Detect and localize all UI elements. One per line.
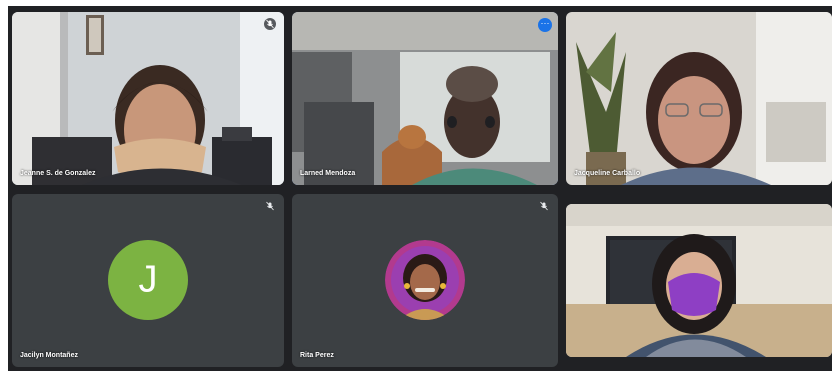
participant-tile-6[interactable] — [566, 204, 832, 357]
participant-tile-3[interactable]: Jacqueline Carballo — [566, 12, 832, 185]
participant-tile-4[interactable]: J Jacilyn Montañez — [12, 194, 284, 367]
participant-tile-5[interactable]: Rita Perez — [292, 194, 558, 367]
participant-tile-2[interactable]: ··· Larned Mendoza — [292, 12, 558, 185]
participant-name: Jacilyn Montañez — [20, 352, 78, 359]
mic-off-icon — [540, 201, 548, 211]
participant-name: Jeanne S. de Gonzalez — [20, 170, 96, 177]
participant-video-1 — [12, 12, 284, 185]
participant-name: Larned Mendoza — [300, 170, 356, 177]
avatar: J — [108, 240, 188, 320]
participant-name: Jacqueline Carballo — [574, 170, 641, 177]
avatar — [385, 240, 465, 320]
meeting-grid: Jeanne S. de Gonzalez ··· Larned Mendoza — [8, 6, 832, 371]
participant-name: Rita Perez — [300, 352, 334, 359]
participant-video-3 — [566, 12, 832, 185]
participant-video-6 — [566, 204, 832, 357]
mic-off-icon — [264, 18, 276, 30]
mic-off-icon — [266, 201, 274, 211]
participant-video-2 — [292, 12, 558, 185]
avatar-initial: J — [138, 258, 158, 301]
more-options-icon[interactable]: ··· — [538, 18, 552, 32]
participant-tile-1[interactable]: Jeanne S. de Gonzalez — [12, 12, 284, 185]
